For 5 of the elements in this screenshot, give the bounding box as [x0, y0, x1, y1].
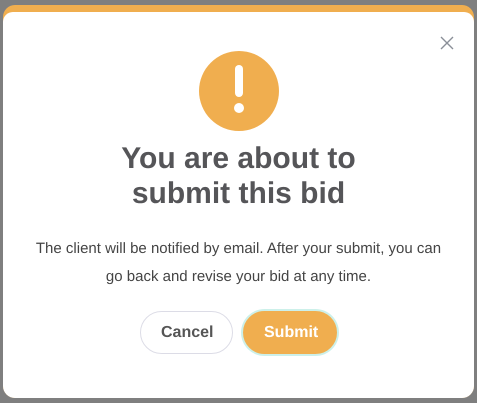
- cancel-button[interactable]: Cancel: [140, 311, 233, 354]
- warning-icon: [198, 51, 278, 131]
- close-icon[interactable]: [440, 36, 454, 50]
- dialog-message: The client will be notified by email. After your submit, you can go back and revise your bid at any time.: [34, 239, 442, 287]
- dialog-title: You are about to submit this bid: [120, 141, 357, 211]
